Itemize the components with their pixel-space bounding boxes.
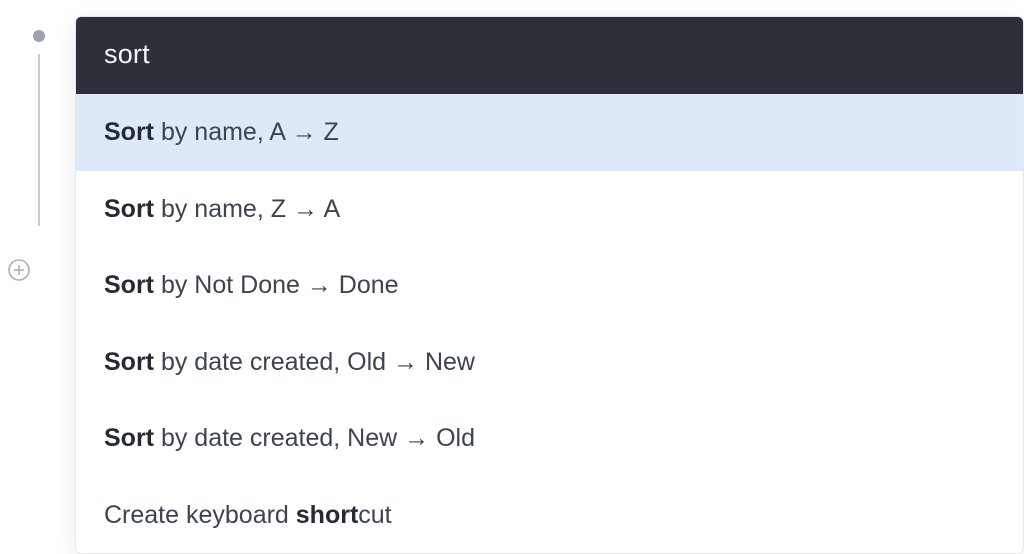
match-text: Sort [104,271,154,299]
result-rest: by name, A → Z [154,118,339,146]
result-rest: by date created, Old → New [154,348,475,376]
result-rest: by Not Done → Done [154,271,399,299]
match-text: Sort [104,195,154,223]
result-rest: by date created, New → Old [154,424,475,452]
result-after: cut [358,501,391,529]
command-results-list: Sort by name, A → Z Sort by name, Z → A … [76,94,1023,553]
result-rest: by name, Z → A [154,195,340,223]
bullet-dot-icon [33,30,45,42]
result-before: Create keyboard [104,501,296,529]
match-text: short [296,501,359,529]
outline-vertical-line [38,54,40,226]
command-result-sort-not-done[interactable]: Sort by Not Done → Done [76,247,1023,324]
command-search-input[interactable] [104,39,995,70]
outline-gutter [0,0,75,545]
command-result-sort-name-desc[interactable]: Sort by name, Z → A [76,171,1023,248]
command-result-create-shortcut[interactable]: Create keyboard shortcut [76,477,1023,554]
command-palette: Sort by name, A → Z Sort by name, Z → A … [75,16,1024,554]
add-item-button[interactable] [7,258,31,282]
command-palette-header [76,17,1023,94]
match-text: Sort [104,348,154,376]
match-text: Sort [104,118,154,146]
match-text: Sort [104,424,154,452]
command-result-sort-date-new-old[interactable]: Sort by date created, New → Old [76,400,1023,477]
command-result-sort-date-old-new[interactable]: Sort by date created, Old → New [76,324,1023,401]
command-result-sort-name-asc[interactable]: Sort by name, A → Z [76,94,1023,171]
